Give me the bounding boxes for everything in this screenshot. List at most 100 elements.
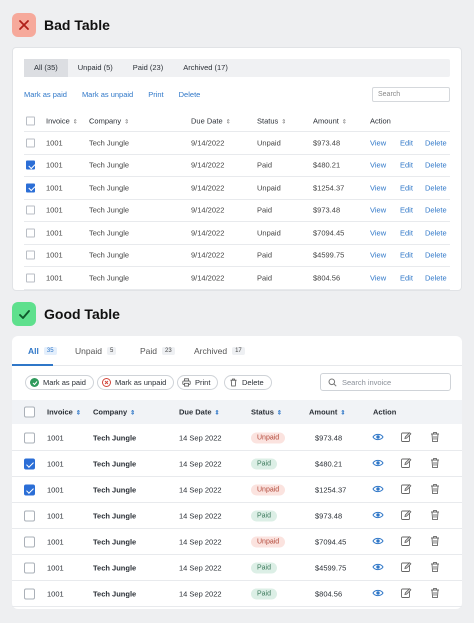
good-tab-all[interactable]: All 35 [28,346,57,356]
good-delete-button[interactable]: Delete [224,375,272,390]
due-date-cell: 9/14/2022 [191,183,225,193]
printer-icon [182,378,191,387]
eye-icon[interactable] [372,431,384,445]
view-link[interactable]: View [370,228,386,237]
bad-mark-unpaid-link[interactable]: Mark as unpaid [82,90,133,99]
row-checkbox[interactable] [26,138,35,148]
bad-table-heading: Bad Table [12,13,110,37]
row-checkbox[interactable] [26,228,35,238]
view-link[interactable]: View [370,161,386,170]
bad-col-due-date[interactable]: Due Date ⇕ [191,116,231,125]
view-link[interactable]: View [370,251,386,260]
edit-icon[interactable] [400,509,412,523]
trash-icon[interactable] [429,535,441,549]
good-tab-paid[interactable]: Paid 23 [140,346,175,356]
row-checkbox[interactable] [24,510,35,521]
bad-print-link[interactable]: Print [148,90,163,99]
due-date-cell: 14 Sep 2022 [179,433,222,442]
due-date-cell: 9/14/2022 [191,138,225,148]
edit-icon[interactable] [400,483,412,497]
row-checkbox[interactable] [24,536,35,547]
view-link[interactable]: View [370,273,386,282]
good-tab-unpaid[interactable]: Unpaid 5 [75,346,117,356]
eye-icon[interactable] [372,483,384,497]
eye-icon[interactable] [372,535,384,549]
row-checkbox[interactable] [26,205,35,215]
eye-icon[interactable] [372,509,384,523]
row-checkbox[interactable] [26,273,35,283]
row-checkbox[interactable] [26,250,35,260]
bad-tab-paid[interactable]: Paid (23) [123,59,173,77]
edit-icon[interactable] [400,431,412,445]
delete-link[interactable]: Delete [425,161,447,170]
bad-col-invoice[interactable]: Invoice ⇕ [46,116,78,125]
sort-icon: ⇕ [72,119,78,125]
eye-icon[interactable] [372,561,384,575]
delete-link[interactable]: Delete [425,228,447,237]
trash-icon[interactable] [429,509,441,523]
amount-cell: $480.21 [313,160,341,170]
good-search-input[interactable]: Search invoice [320,373,451,391]
row-checkbox[interactable] [24,588,35,599]
bad-tab-all[interactable]: All (35) [24,59,68,77]
bad-table-header: Invoice ⇕ Company ⇕ Due Date ⇕ Status ⇕ Amou… [24,110,450,132]
bad-table-row: 1001 Tech Jungle 9/14/2022 Paid $480.21 View E… [24,155,450,177]
bad-mark-paid-link[interactable]: Mark as paid [24,90,67,99]
trash-icon[interactable] [429,457,441,471]
bad-col-amount[interactable]: Amount ⇕ [313,116,347,125]
trash-icon[interactable] [429,431,441,445]
row-checkbox[interactable] [24,484,35,495]
row-checkbox[interactable] [24,562,35,573]
good-tab-archived[interactable]: Archived 17 [194,346,245,356]
edit-link[interactable]: Edit [400,206,413,215]
company-cell: Tech Jungle [89,183,130,193]
trash-icon[interactable] [429,561,441,575]
edit-icon[interactable] [400,535,412,549]
bad-tab-unpaid[interactable]: Unpaid (5) [68,59,123,77]
good-col-due-date[interactable]: Due Date ⇕ [179,408,220,417]
delete-link[interactable]: Delete [425,183,447,192]
good-select-all-checkbox[interactable] [24,406,35,418]
good-col-company[interactable]: Company ⇕ [93,408,135,417]
row-checkbox[interactable] [26,183,35,193]
delete-link[interactable]: Delete [425,206,447,215]
view-link[interactable]: View [370,138,386,147]
view-link[interactable]: View [370,206,386,215]
edit-icon[interactable] [400,561,412,575]
edit-link[interactable]: Edit [400,228,413,237]
bad-delete-link[interactable]: Delete [179,90,201,99]
edit-link[interactable]: Edit [400,161,413,170]
good-tab-bar: All 35 Unpaid 5 Paid 23 Archived 17 [12,336,462,366]
good-col-invoice[interactable]: Invoice ⇕ [47,408,81,417]
good-mark-unpaid-button[interactable]: Mark as unpaid [97,375,175,390]
good-col-status[interactable]: Status ⇕ [251,408,282,417]
view-link[interactable]: View [370,183,386,192]
bad-col-company[interactable]: Company ⇕ [89,116,129,125]
trash-icon[interactable] [429,483,441,497]
good-col-amount[interactable]: Amount ⇕ [309,408,345,417]
eye-icon[interactable] [372,457,384,471]
row-checkbox[interactable] [26,160,35,170]
good-mark-paid-button[interactable]: Mark as paid [25,375,94,390]
delete-link[interactable]: Delete [425,251,447,260]
amount-cell: $1254.37 [315,485,347,494]
edit-link[interactable]: Edit [400,251,413,260]
trash-icon[interactable] [429,587,441,601]
bad-col-status[interactable]: Status ⇕ [257,116,286,125]
bad-tab-archived[interactable]: Archived (17) [173,59,238,77]
edit-link[interactable]: Edit [400,138,413,147]
edit-link[interactable]: Edit [400,183,413,192]
edit-link[interactable]: Edit [400,273,413,282]
row-checkbox[interactable] [24,458,35,469]
delete-link[interactable]: Delete [425,138,447,147]
edit-icon[interactable] [400,587,412,601]
bad-select-all-checkbox[interactable] [26,116,35,125]
eye-icon[interactable] [372,587,384,601]
status-badge: Paid [251,588,278,599]
row-checkbox[interactable] [24,432,35,443]
sort-icon: ⇕ [214,410,220,417]
good-print-button[interactable]: Print [177,375,219,390]
delete-link[interactable]: Delete [425,273,447,282]
edit-icon[interactable] [400,457,412,471]
bad-search-input[interactable]: Search [372,87,450,102]
